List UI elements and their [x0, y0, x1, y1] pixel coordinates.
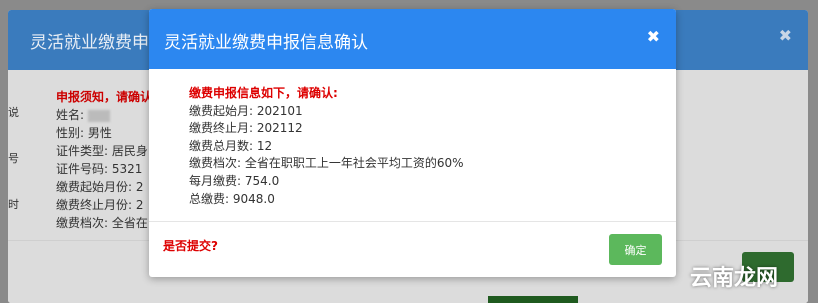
- background-close-icon: ✖: [778, 26, 792, 45]
- confirm-button[interactable]: 确定: [609, 234, 662, 265]
- background-notice: 申报须知，请确认 姓名: 性别: 男性 证件类型: 居民身 证件号码: 5321…: [56, 88, 152, 232]
- dialog-divider: [149, 221, 676, 222]
- bg-field-label: 缴费终止月份:: [56, 198, 133, 212]
- bg-field-label: 证件号码:: [56, 162, 109, 176]
- notice-heading: 申报须知，请确认: [56, 90, 153, 104]
- bg-field-label: 缴费起始月份:: [56, 180, 133, 194]
- gutter-glyph: 号: [8, 152, 19, 165]
- bg-field-value: 男性: [87, 126, 112, 140]
- gutter-glyph: 说: [8, 106, 19, 119]
- bg-field-value: 2: [135, 198, 144, 212]
- bg-field-row: 缴费起始月份: 2: [56, 178, 152, 196]
- bg-field-row: 证件号码: 5321: [56, 160, 152, 178]
- summary-item: 缴费终止月: 202112: [189, 121, 303, 136]
- watermark-logo: 云南龙网: [690, 266, 779, 291]
- bg-field-label: 性别:: [56, 126, 85, 140]
- confirm-dialog-header: 灵活就业缴费申报信息确认 ✖: [149, 9, 676, 69]
- confirm-dialog-title: 灵活就业缴费申报信息确认: [164, 33, 368, 53]
- bg-field-value: 全省在: [111, 216, 148, 230]
- bg-field-row: 性别: 男性: [56, 124, 152, 142]
- bg-field-label: 姓名:: [56, 108, 85, 122]
- summary-item: 缴费起始月: 202101: [189, 103, 303, 118]
- summary-item: 缴费总月数: 12: [189, 138, 273, 153]
- bg-field-value: 居民身: [111, 144, 148, 158]
- bg-field-value: 5321: [111, 162, 143, 176]
- bg-field-label: 缴费档次:: [56, 216, 109, 230]
- bg-field-row: 证件类型: 居民身: [56, 142, 152, 160]
- summary-item: 缴费档次: 全省在职职工上一年社会平均工资的60%: [189, 156, 464, 171]
- background-dialog-title: 灵活就业缴费申报: [30, 33, 150, 53]
- bg-field-row: 缴费档次: 全省在: [56, 214, 152, 232]
- summary-item: 总缴费: 9048.0: [189, 191, 275, 206]
- bg-field-row: 姓名:: [56, 106, 152, 124]
- gutter-glyph: 时: [8, 198, 19, 211]
- summary-heading: 缴费申报信息如下，请确认:: [189, 86, 338, 100]
- confirm-dialog-body: 缴费申报信息如下，请确认: 缴费起始月: 202101 缴费终止月: 20211…: [189, 85, 464, 208]
- bg-field-row: 缴费终止月份: 2: [56, 196, 152, 214]
- confirm-dialog: 灵活就业缴费申报信息确认 ✖ 缴费申报信息如下，请确认: 缴费起始月: 2021…: [149, 9, 676, 277]
- submit-question: 是否提交?: [163, 239, 218, 253]
- redacted-name: [87, 109, 110, 122]
- bg-field-value: 2: [135, 180, 144, 194]
- background-bottom-bar: [488, 296, 578, 303]
- bg-field-label: 证件类型:: [56, 144, 109, 158]
- summary-item: 每月缴费: 754.0: [189, 173, 280, 188]
- background-gutter: 说 号 时: [8, 104, 19, 242]
- close-icon[interactable]: ✖: [647, 27, 660, 46]
